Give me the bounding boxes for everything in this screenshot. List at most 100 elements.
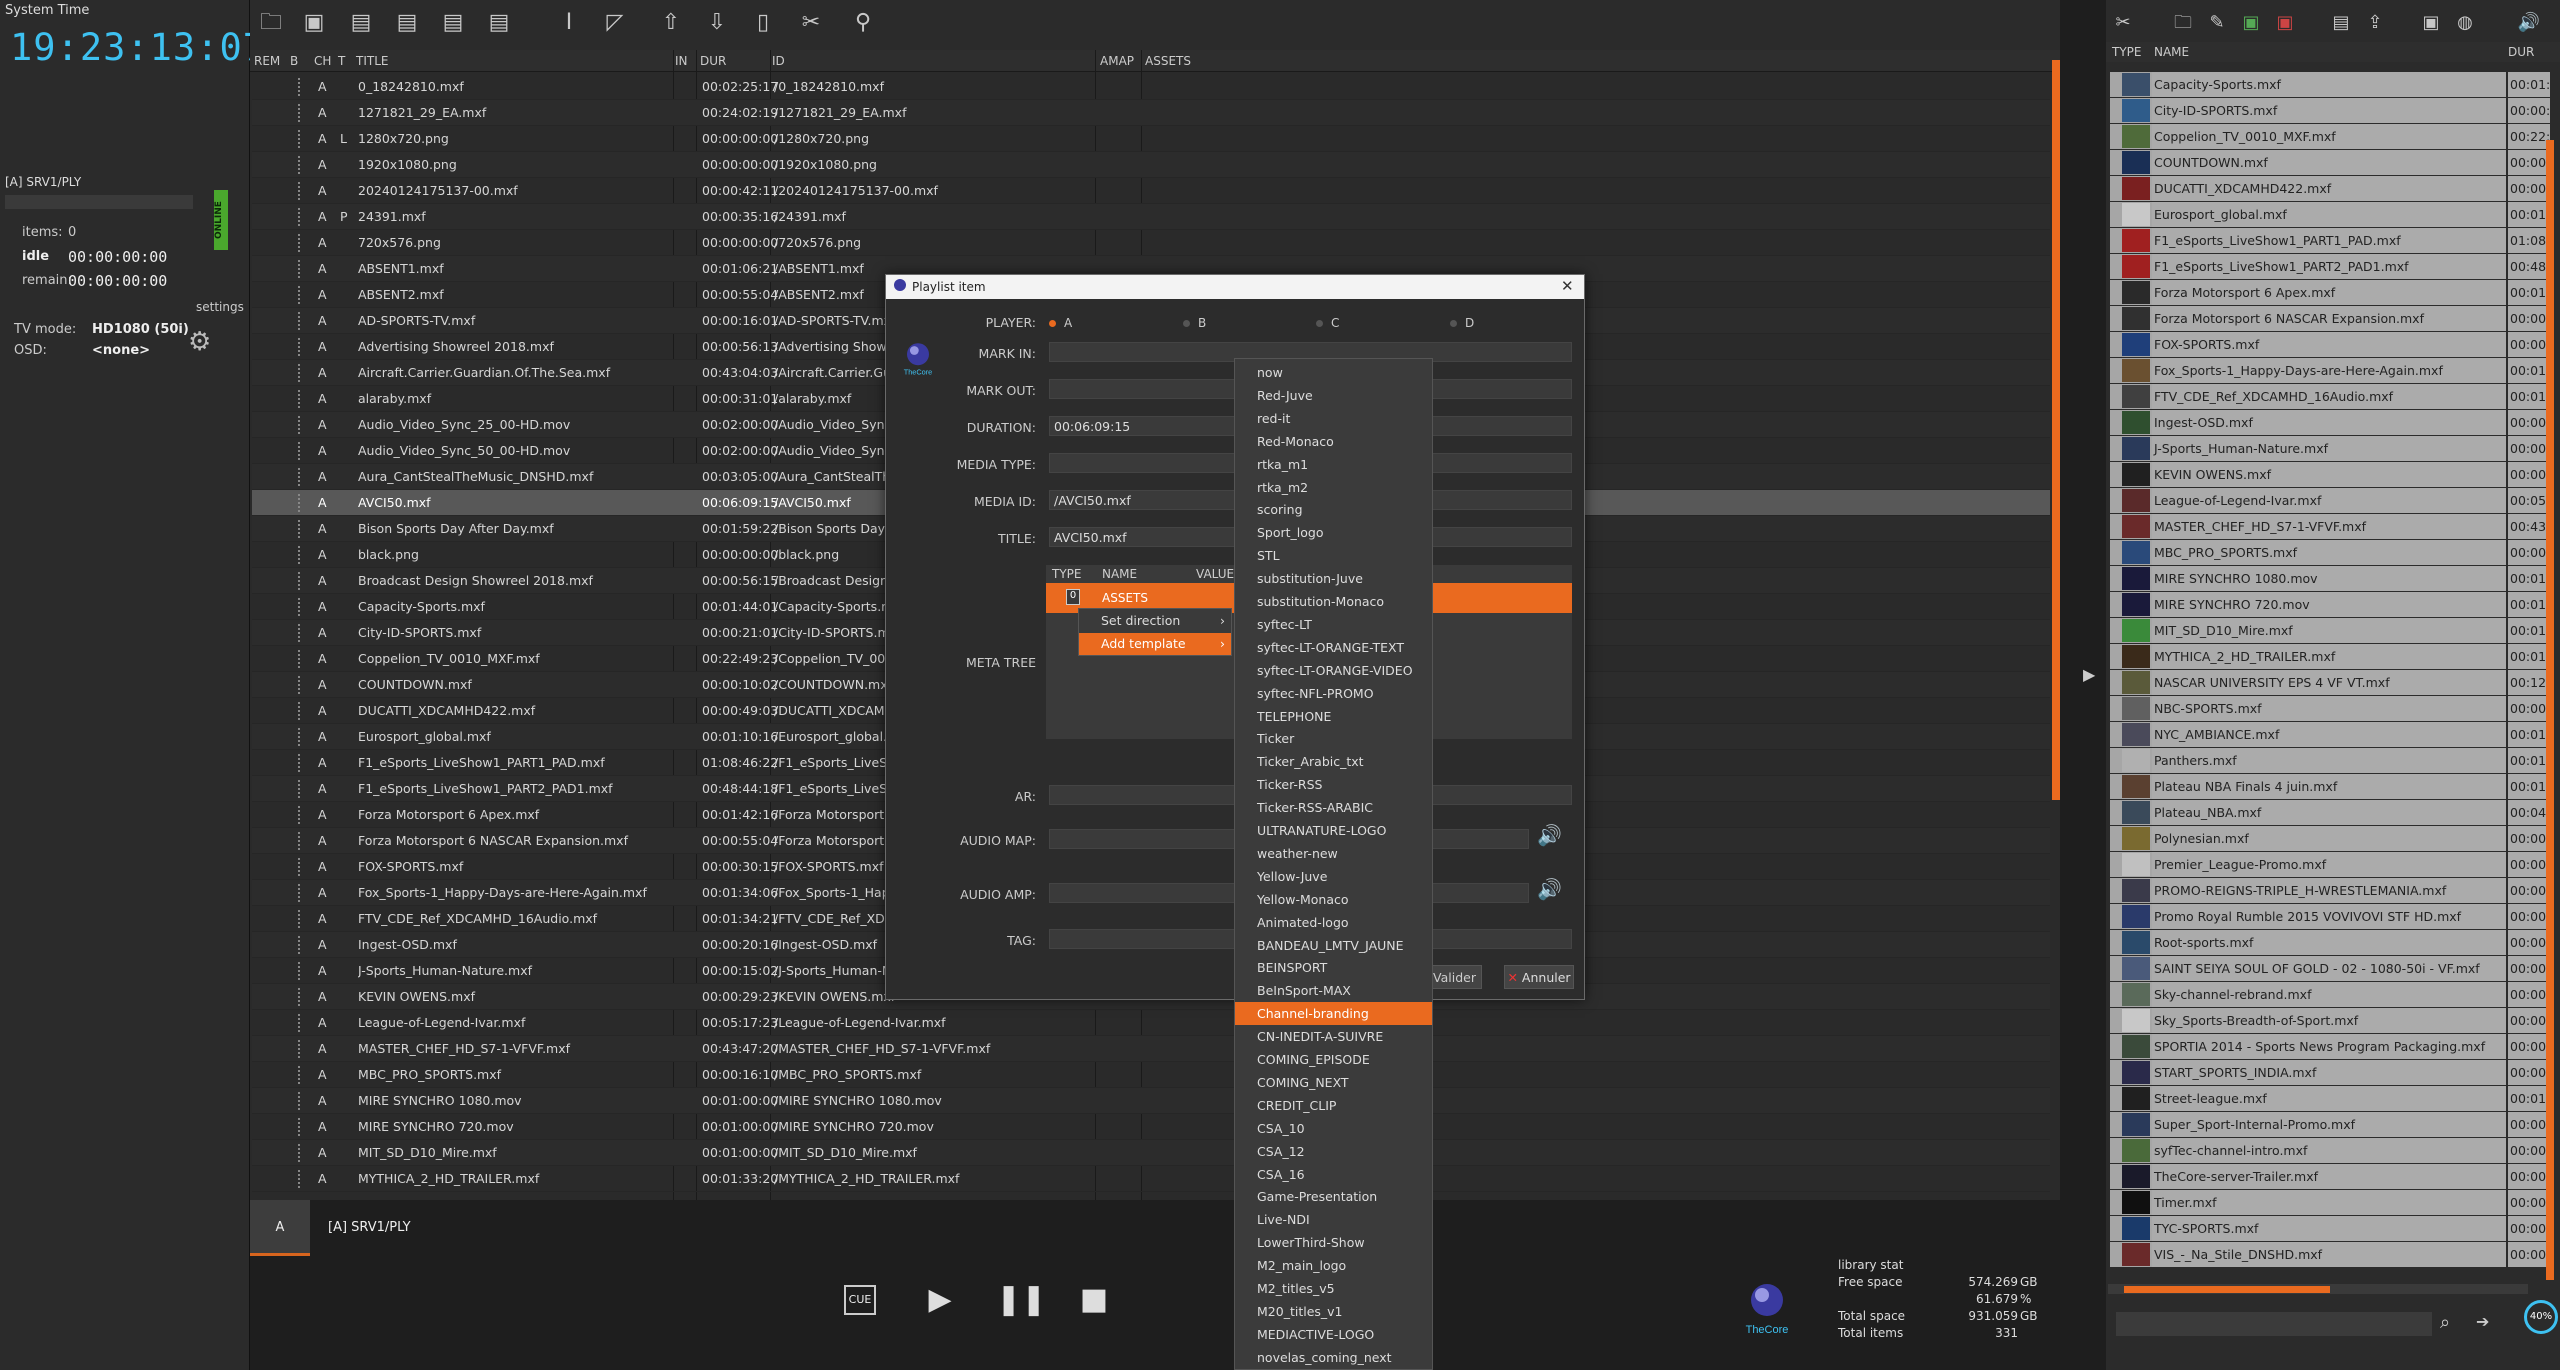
valider-button[interactable]: Valider bbox=[1427, 965, 1482, 989]
drag-handle-icon[interactable] bbox=[298, 130, 304, 148]
template-item[interactable]: substitution-Juve bbox=[1235, 567, 1432, 590]
drag-handle-icon[interactable] bbox=[298, 702, 304, 720]
library-row[interactable]: Plateau_NBA.mxf 00:04: bbox=[2110, 800, 2550, 826]
col-rem[interactable]: REM bbox=[254, 54, 280, 68]
pause-button[interactable]: ❚❚ bbox=[996, 1280, 1046, 1320]
template-item[interactable]: rtka_m2 bbox=[1235, 476, 1432, 499]
lib-col-name[interactable]: NAME bbox=[2154, 45, 2189, 59]
template-item[interactable]: Ticker bbox=[1235, 727, 1432, 750]
drag-handle-icon[interactable] bbox=[298, 650, 304, 668]
library-row[interactable]: PROMO-REIGNS-TRIPLE_H-WRESTLEMANIA.mxf 00… bbox=[2110, 878, 2550, 904]
template-item[interactable]: M2_main_logo bbox=[1235, 1254, 1432, 1277]
library-row[interactable]: FOX-SPORTS.mxf 00:00: bbox=[2110, 332, 2550, 358]
template-item[interactable]: Channel-branding bbox=[1235, 1002, 1432, 1026]
drag-handle-icon[interactable] bbox=[298, 988, 304, 1006]
go-arrow-icon[interactable]: ➔ bbox=[2476, 1312, 2489, 1331]
library-row[interactable]: START_SPORTS_INDIA.mxf 00:00: bbox=[2110, 1060, 2550, 1086]
drag-handle-icon[interactable] bbox=[298, 598, 304, 616]
drag-handle-icon[interactable] bbox=[298, 520, 304, 538]
template-item[interactable]: M20_titles_v1 bbox=[1235, 1300, 1432, 1323]
template-item[interactable]: CSA_10 bbox=[1235, 1117, 1432, 1140]
template-item[interactable]: rtka_m1 bbox=[1235, 453, 1432, 476]
template-item[interactable]: M2_titles_v5 bbox=[1235, 1277, 1432, 1300]
scissors-icon[interactable]: ✂ bbox=[798, 10, 824, 36]
drag-handle-icon[interactable] bbox=[298, 936, 304, 954]
move-up-icon[interactable]: ⇧ bbox=[658, 10, 684, 36]
library-row[interactable]: Promo Royal Rumble 2015 VOVIVOVI STF HD.… bbox=[2110, 904, 2550, 930]
drag-handle-icon[interactable] bbox=[298, 884, 304, 902]
col-t[interactable]: T bbox=[338, 54, 345, 68]
drag-handle-icon[interactable] bbox=[298, 910, 304, 928]
col-ch[interactable]: CH bbox=[314, 54, 331, 68]
template-item[interactable]: TELEPHONE bbox=[1235, 705, 1432, 728]
save-icon[interactable]: ▣ bbox=[2238, 10, 2264, 36]
library-row[interactable]: MIRE SYNCHRO 1080.mov 00:01: bbox=[2110, 566, 2550, 592]
drag-handle-icon[interactable] bbox=[298, 676, 304, 694]
library-row[interactable]: MBC_PRO_SPORTS.mxf 00:00: bbox=[2110, 540, 2550, 566]
film-remove-icon[interactable]: ▤ bbox=[440, 10, 466, 36]
library-row[interactable]: Sky_Sports-Breadth-of-Sport.mxf 00:00: bbox=[2110, 1008, 2550, 1034]
drag-handle-icon[interactable] bbox=[298, 962, 304, 980]
cue-button[interactable]: CUE bbox=[844, 1285, 876, 1315]
library-row[interactable]: Sky-channel-rebrand.mxf 00:00: bbox=[2110, 982, 2550, 1008]
template-item[interactable]: Live-NDI bbox=[1235, 1208, 1432, 1231]
lib-col-dur[interactable]: DUR bbox=[2508, 45, 2534, 59]
delete-icon[interactable]: ▣ bbox=[2272, 10, 2298, 36]
library-row[interactable]: J-Sports_Human-Nature.mxf 00:00: bbox=[2110, 436, 2550, 462]
library-row[interactable]: Forza Motorsport 6 NASCAR Expansion.mxf 0… bbox=[2110, 306, 2550, 332]
table-row[interactable]: A MIT_SD_D10_Mire.mxf 00:01:00:00/MIT_SD_D… bbox=[252, 1140, 2050, 1166]
drag-handle-icon[interactable] bbox=[298, 468, 304, 486]
drag-handle-icon[interactable] bbox=[298, 624, 304, 642]
image-icon[interactable]: ▣ bbox=[2418, 10, 2444, 36]
crop-icon[interactable]: ◸ bbox=[602, 10, 628, 36]
library-row[interactable]: TYC-SPORTS.mxf 00:00: bbox=[2110, 1216, 2550, 1242]
library-row[interactable]: KEVIN OWENS.mxf 00:00: bbox=[2110, 462, 2550, 488]
save-icon[interactable]: ▣ bbox=[301, 10, 327, 36]
library-row[interactable]: Forza Motorsport 6 Apex.mxf 00:01: bbox=[2110, 280, 2550, 306]
template-item[interactable]: syftec-LT-ORANGE-TEXT bbox=[1235, 636, 1432, 659]
drag-handle-icon[interactable] bbox=[298, 1014, 304, 1032]
open-folder-icon[interactable]: 🗀 bbox=[258, 10, 284, 36]
table-row[interactable]: A MYTHICA_2_HD_TRAILER.mxf 00:01:33:20/MYT… bbox=[252, 1166, 2050, 1192]
template-item[interactable]: novelas_coming_next bbox=[1235, 1346, 1432, 1369]
template-item[interactable]: Yellow-Juve bbox=[1235, 865, 1432, 888]
table-row[interactable]: A 1920x1080.png 00:00:00:00/1920x1080.png bbox=[252, 152, 2050, 178]
template-item[interactable]: substitution-Monaco bbox=[1235, 590, 1432, 613]
template-item[interactable]: Ticker-RSS-ARABIC bbox=[1235, 796, 1432, 819]
film-icon[interactable]: ▤ bbox=[348, 10, 374, 36]
template-item[interactable]: Sport_logo bbox=[1235, 521, 1432, 544]
library-row[interactable]: Capacity-Sports.mxf 00:01: bbox=[2110, 72, 2550, 98]
template-item[interactable]: CSA_16 bbox=[1235, 1163, 1432, 1186]
pin-icon[interactable]: ⚲ bbox=[850, 10, 876, 36]
template-item[interactable]: ULTRANATURE-LOGO bbox=[1235, 819, 1432, 842]
library-row[interactable]: SAINT SEIYA SOUL OF GOLD - 02 - 1080-50i… bbox=[2110, 956, 2550, 982]
drag-handle-icon[interactable] bbox=[298, 442, 304, 460]
gear-icon[interactable]: ⚙ bbox=[188, 327, 211, 357]
table-row[interactable]: A L 1280x720.png 00:00:00:00/1280x720.png bbox=[252, 126, 2050, 152]
library-row[interactable]: syfTec-channel-intro.mxf 00:00: bbox=[2110, 1138, 2550, 1164]
drag-handle-icon[interactable] bbox=[298, 572, 304, 590]
library-row[interactable]: Coppelion_TV_0010_MXF.mxf 00:22: bbox=[2110, 124, 2550, 150]
drag-handle-icon[interactable] bbox=[298, 1170, 304, 1188]
drag-handle-icon[interactable] bbox=[298, 312, 304, 330]
player-radio-d[interactable]: D bbox=[1450, 316, 1474, 330]
library-row[interactable]: Eurosport_global.mxf 00:01: bbox=[2110, 202, 2550, 228]
drag-handle-icon[interactable] bbox=[298, 182, 304, 200]
audio-amp-speaker-icon[interactable]: 🔊 bbox=[1537, 877, 1562, 901]
table-row[interactable]: A League-of-Legend-Ivar.mxf 00:05:17:23/Le… bbox=[252, 1010, 2050, 1036]
drag-handle-icon[interactable] bbox=[298, 1144, 304, 1162]
template-item[interactable]: CSA_12 bbox=[1235, 1140, 1432, 1163]
playlist-scrollbar[interactable] bbox=[2052, 60, 2060, 800]
menu-item-add-template[interactable]: Add template › bbox=[1079, 633, 1231, 655]
col-assets[interactable]: ASSETS bbox=[1145, 54, 1191, 68]
template-item[interactable]: Yellow-Monaco bbox=[1235, 888, 1432, 911]
template-item[interactable]: syftec-LT bbox=[1235, 613, 1432, 636]
library-row[interactable]: MYTHICA_2_HD_TRAILER.mxf 00:01: bbox=[2110, 644, 2550, 670]
lib-col-type[interactable]: TYPE bbox=[2112, 45, 2141, 59]
library-row[interactable]: F1_eSports_LiveShow1_PART2_PAD1.mxf 00:48… bbox=[2110, 254, 2550, 280]
drag-handle-icon[interactable] bbox=[298, 546, 304, 564]
library-row[interactable]: Premier_League-Promo.mxf 00:00: bbox=[2110, 852, 2550, 878]
library-row[interactable]: Street-league.mxf 00:01: bbox=[2110, 1086, 2550, 1112]
drag-handle-icon[interactable] bbox=[298, 1066, 304, 1084]
table-row[interactable]: A MIRE SYNCHRO 1080.mov 00:01:00:00/MIRE S… bbox=[252, 1088, 2050, 1114]
